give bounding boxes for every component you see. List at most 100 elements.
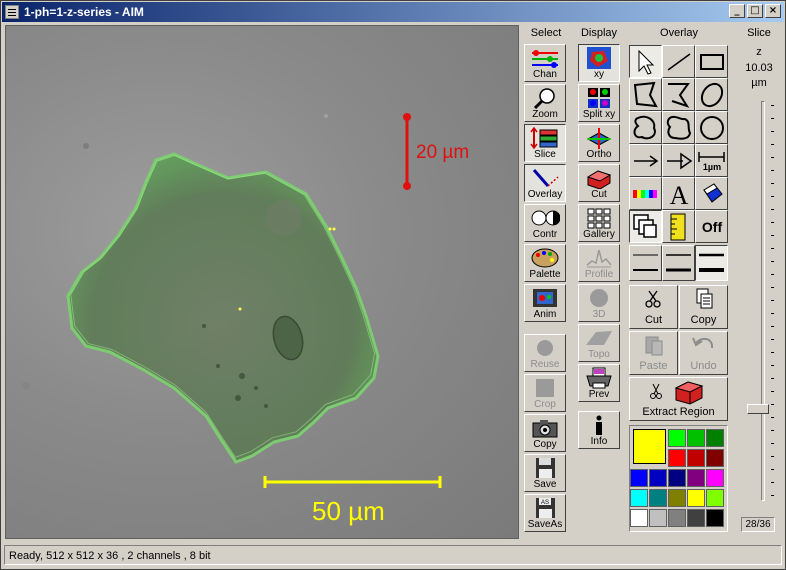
palette-swatch[interactable]	[668, 449, 686, 467]
palette-swatch[interactable]	[630, 489, 648, 507]
floppy-icon	[530, 457, 560, 479]
palette-swatch[interactable]	[687, 469, 705, 487]
rectangle-tool[interactable]	[695, 45, 728, 78]
slider-tick	[771, 131, 774, 132]
display-button-label: Info	[590, 436, 608, 447]
slider-tick	[771, 378, 774, 379]
display-button-label: Profile	[584, 269, 614, 280]
palette-swatch[interactable]	[630, 469, 648, 487]
palette-swatch[interactable]	[706, 469, 724, 487]
display-ortho-button[interactable]: Ortho	[578, 124, 620, 162]
display-topo-button[interactable]: Topo	[578, 324, 620, 362]
select-saveas-button[interactable]: AS SaveAs	[524, 494, 566, 532]
pointer-tool[interactable]	[629, 45, 662, 78]
line-width-thin-button[interactable]	[629, 245, 662, 281]
palette-swatch[interactable]	[687, 429, 705, 447]
slider-tick	[771, 300, 774, 301]
select-chan-button[interactable]: Chan	[524, 44, 566, 82]
maximize-button[interactable]: □	[747, 4, 763, 18]
display-cut-button[interactable]: Cut	[578, 164, 620, 202]
overlay-copy-button[interactable]: Copy	[679, 285, 728, 329]
overlay-cut-button[interactable]: Cut	[629, 285, 678, 329]
overlay-undo-button[interactable]: Undo	[679, 331, 728, 375]
select-zoom-button[interactable]: Zoom	[524, 84, 566, 122]
horizontal-scale-label: 50 µm	[312, 496, 385, 526]
overlay-off-button[interactable]: Off	[695, 210, 728, 243]
slice-slider-thumb[interactable]	[747, 404, 769, 414]
palette-swatch[interactable]	[706, 509, 724, 527]
palette-swatch[interactable]	[668, 469, 686, 487]
overlay-paste-button[interactable]: Paste	[629, 331, 678, 375]
blob-tool[interactable]	[662, 111, 695, 144]
display-prev-button[interactable]: Prev	[578, 364, 620, 402]
palette-swatch[interactable]	[668, 489, 686, 507]
text-tool-label: A	[670, 181, 689, 209]
select-crop-button[interactable]: Crop	[524, 374, 566, 412]
arrow-tool[interactable]	[629, 144, 662, 177]
gallery-icon	[584, 207, 614, 229]
palette-swatch[interactable]	[706, 489, 724, 507]
palette-swatch[interactable]	[649, 469, 667, 487]
polygon-tool[interactable]	[629, 78, 662, 111]
palette-swatch[interactable]	[706, 429, 724, 447]
select-button-label: Save	[533, 479, 557, 490]
display-split-xy-button[interactable]: Split xy	[578, 84, 620, 122]
select-reuse-button[interactable]: Reuse	[524, 334, 566, 372]
display-xy-button[interactable]: xy	[578, 44, 620, 82]
palette-swatch[interactable]	[668, 509, 686, 527]
overlay-header: Overlay	[660, 27, 698, 39]
line-width-medium-button[interactable]	[662, 245, 695, 281]
select-contr-button[interactable]: Contr	[524, 204, 566, 242]
select-overlay-button[interactable]: Overlay	[524, 164, 566, 202]
palette-swatch[interactable]	[649, 509, 667, 527]
select-anim-button[interactable]: Anim	[524, 284, 566, 322]
palette-swatch[interactable]	[630, 509, 648, 527]
display-3d-button[interactable]: 3D	[578, 284, 620, 322]
text-tool[interactable]: A	[662, 177, 695, 210]
palette-swatch[interactable]	[687, 449, 705, 467]
line-width-medium-icon	[666, 254, 691, 272]
select-slice-button[interactable]: Slice	[524, 124, 566, 162]
palette-swatch[interactable]	[706, 449, 724, 467]
slice-slider-track[interactable]	[761, 101, 765, 501]
ellipse-tool[interactable]	[695, 78, 728, 111]
extract-region-button[interactable]: Extract Region	[629, 377, 728, 421]
slider-tick	[771, 482, 774, 483]
polyline-tool[interactable]	[662, 78, 695, 111]
display-info-button[interactable]: Info	[578, 411, 620, 449]
closed-freehand-tool[interactable]	[629, 111, 662, 144]
fill-tool[interactable]	[695, 177, 728, 210]
select-save-button[interactable]: Save	[524, 454, 566, 492]
display-button-label: Topo	[588, 349, 610, 360]
palette-swatch[interactable]	[649, 489, 667, 507]
select-copy-button[interactable]: Copy	[524, 414, 566, 452]
image-viewport[interactable]: 20 µm 50 µm	[5, 25, 519, 539]
palette-swatch[interactable]	[687, 509, 705, 527]
slider-tick	[771, 183, 774, 184]
close-button[interactable]: ×	[765, 4, 781, 18]
display-gallery-button[interactable]: Gallery	[578, 204, 620, 242]
slider-tick	[771, 157, 774, 158]
current-color-swatch[interactable]	[633, 429, 666, 464]
measure-tool[interactable]: 1µm	[695, 144, 728, 177]
slider-tick	[771, 495, 774, 496]
select-palette-button[interactable]: Palette	[524, 244, 566, 282]
slider-tick	[771, 417, 774, 418]
film-icon	[530, 287, 560, 309]
overlay-undo-label: Undo	[690, 360, 717, 372]
layer-stack-tool[interactable]	[629, 210, 662, 243]
line-width-thick-button[interactable]	[695, 245, 728, 281]
palette-icon	[530, 247, 560, 269]
color-bar-tool[interactable]	[629, 177, 662, 210]
ruler-tool[interactable]	[662, 210, 695, 243]
minimize-button[interactable]: _	[729, 4, 745, 18]
palette-swatch[interactable]	[668, 429, 686, 447]
display-profile-button[interactable]: Profile	[578, 244, 620, 282]
magnifier-icon	[530, 87, 560, 110]
palette-swatch[interactable]	[687, 489, 705, 507]
circle-tool[interactable]	[695, 111, 728, 144]
title-bar[interactable]: 1-ph=1-z-series - AIM _ □ ×	[2, 2, 784, 22]
filled-arrow-tool[interactable]	[662, 144, 695, 177]
app-icon[interactable]	[5, 5, 19, 19]
line-tool[interactable]	[662, 45, 695, 78]
